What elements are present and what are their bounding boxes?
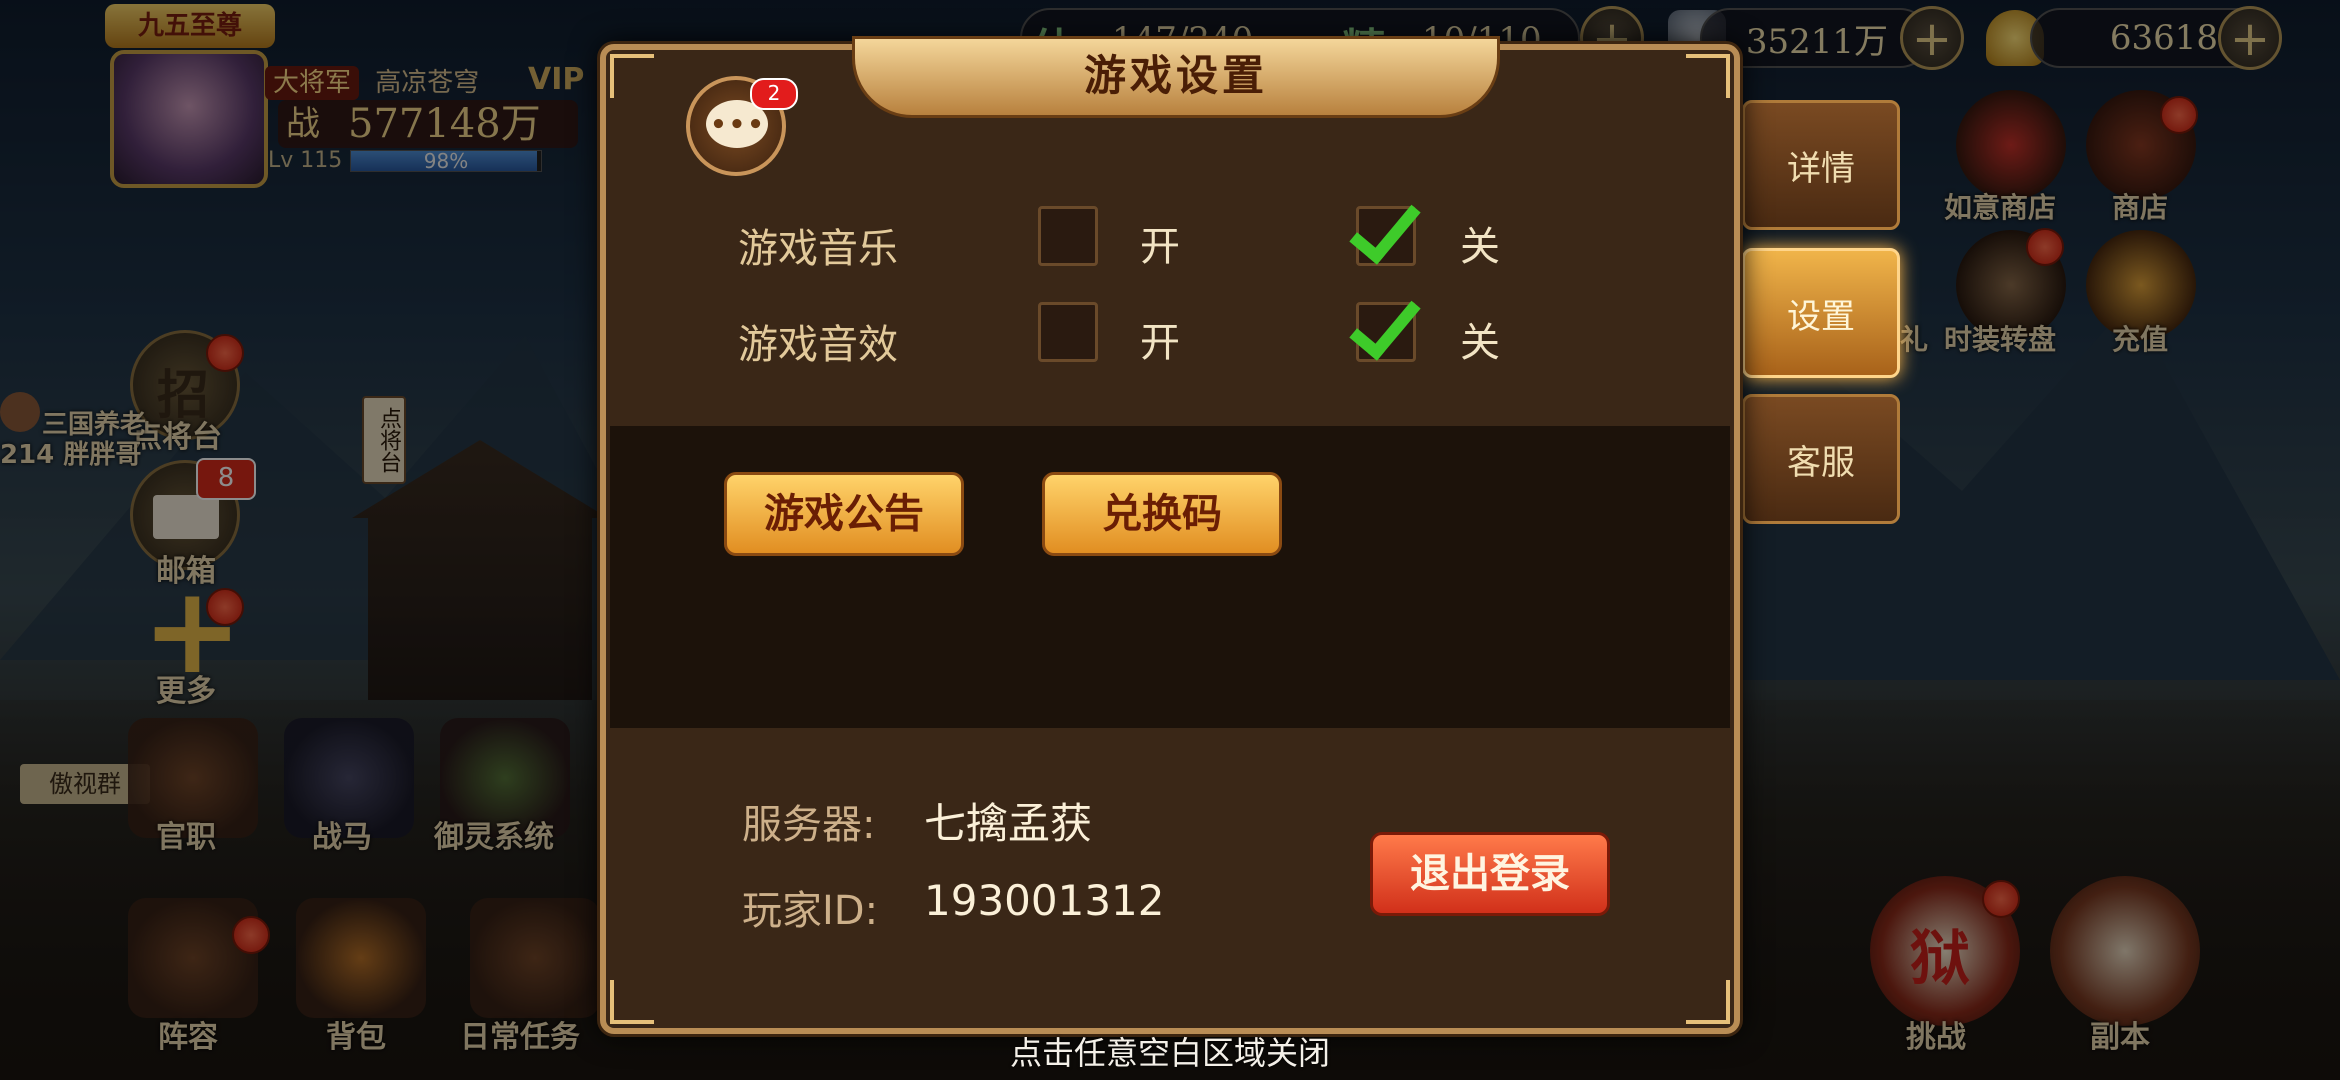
corner-ornament [1686,980,1730,1024]
tab-customer-service-label: 客服 [1787,442,1855,483]
music-off-checkbox[interactable] [1356,206,1416,266]
server-key: 服务器: [742,802,876,848]
sfx-on-checkbox[interactable] [1038,302,1098,362]
chat-dots: ••• [710,110,766,140]
sfx-label: 游戏音效 [738,322,898,368]
sfx-off-label: 关 [1460,320,1500,366]
dialog-title: 游戏设置 [852,36,1500,118]
server-value: 七擒孟获 [924,799,1093,848]
settings-dialog: 游戏设置 ••• 2 游戏音乐 开 关 游戏音效 开 关 游戏公告 兑换码 服务… [600,36,1740,1034]
corner-ornament [610,980,654,1024]
chat-button[interactable]: ••• 2 [686,76,798,176]
tab-details-label: 详情 [1787,148,1855,189]
music-label: 游戏音乐 [738,226,898,272]
player-id-value: 193001312 [924,876,1165,925]
redeem-code-button[interactable]: 兑换码 [1042,472,1282,556]
music-on-checkbox[interactable] [1038,206,1098,266]
chat-unread-badge: 2 [750,78,798,110]
sfx-on-label: 开 [1140,320,1180,366]
tab-settings-label: 设置 [1787,296,1855,337]
player-id-key: 玩家ID: [742,888,879,934]
music-off-label: 关 [1460,224,1500,270]
sfx-off-checkbox[interactable] [1356,302,1416,362]
close-hint: 点击任意空白区域关闭 [1009,1034,1330,1072]
announcement-button[interactable]: 游戏公告 [724,472,964,556]
tab-settings[interactable]: 设置 [1742,248,1900,378]
music-on-label: 开 [1140,224,1180,270]
tab-details[interactable]: 详情 [1742,100,1900,230]
corner-ornament [610,54,654,98]
tab-customer-service[interactable]: 客服 [1742,394,1900,524]
corner-ornament [1686,54,1730,98]
logout-button[interactable]: 退出登录 [1370,832,1610,916]
